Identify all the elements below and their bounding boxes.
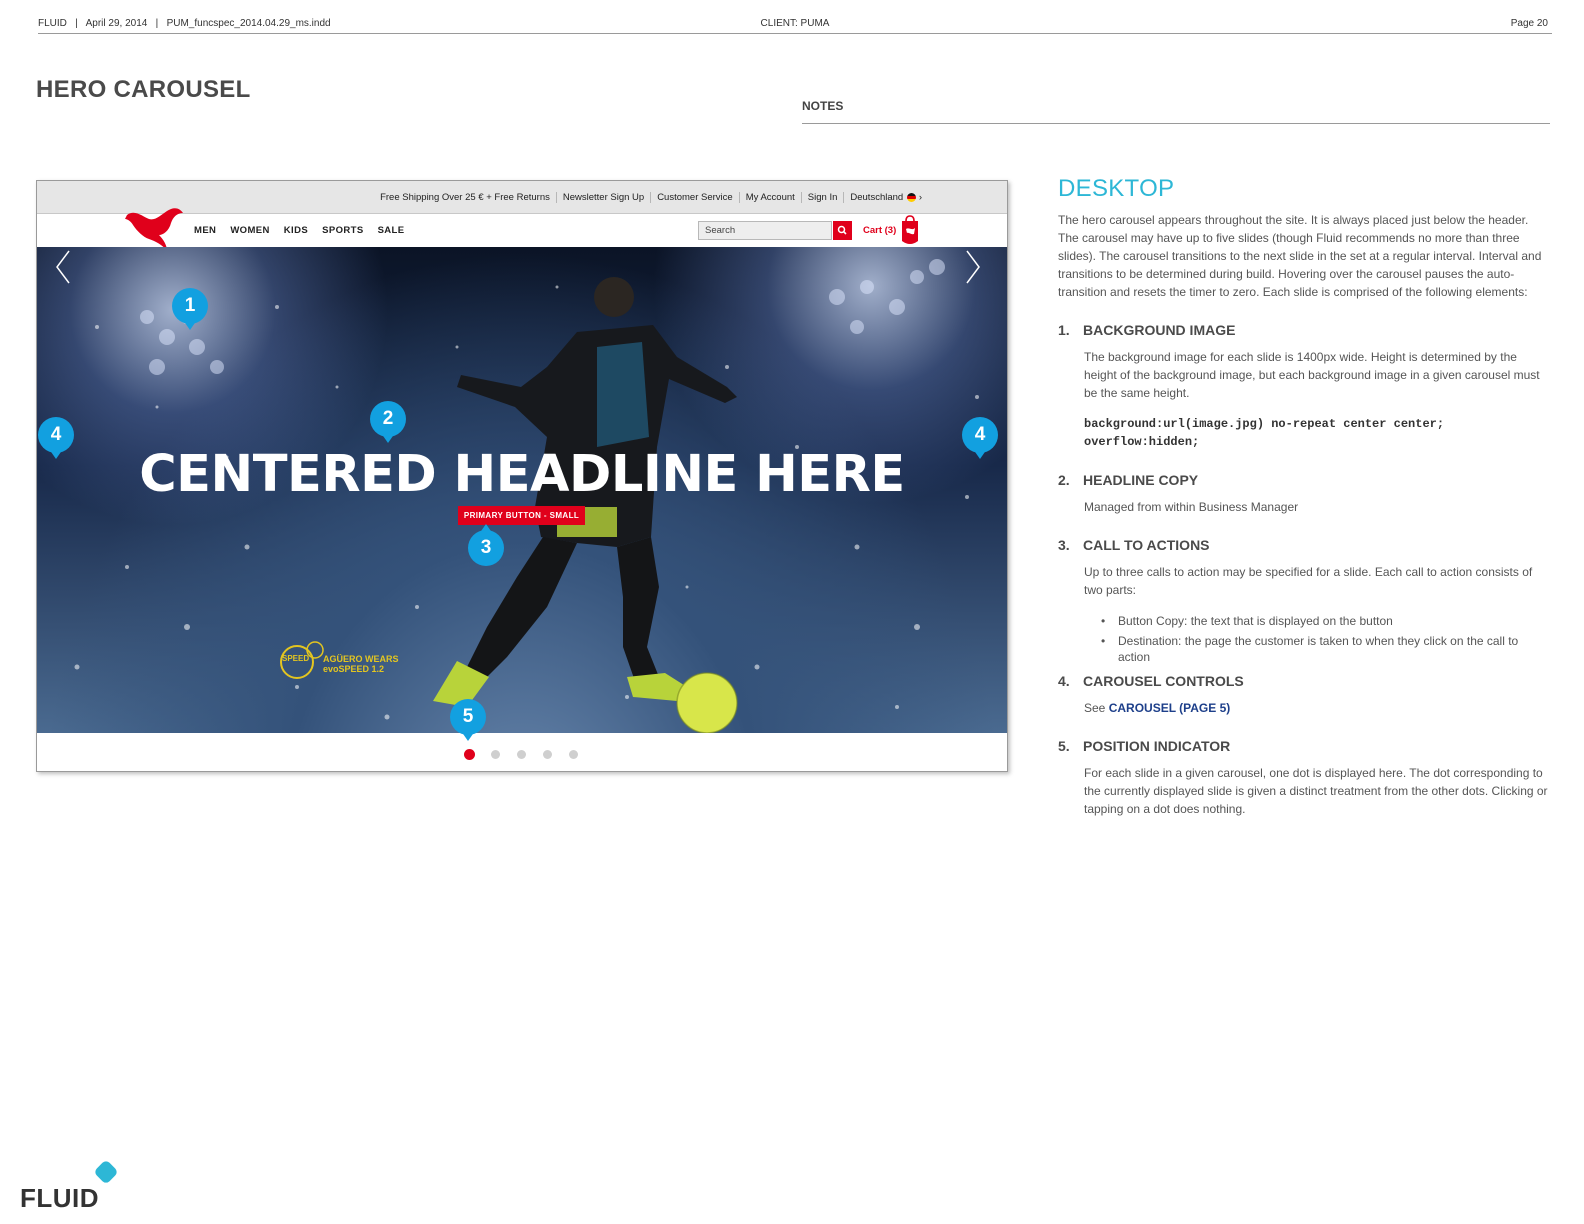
item-body-text: For each slide in a given carousel, one …: [1084, 766, 1548, 816]
see-prefix: See: [1084, 701, 1106, 715]
list-item: Button Copy: the text that is displayed …: [1092, 613, 1552, 629]
nav-item-kids[interactable]: KIDS: [284, 225, 308, 236]
promo-line-2: evoSPEED 1.2: [323, 664, 385, 674]
notes-label: NOTES: [802, 99, 844, 113]
hero-headline: CENTERED HEADLINE HERE: [139, 445, 905, 504]
item-number: 1.: [1058, 322, 1070, 338]
item-body-text: Up to three calls to action may be speci…: [1084, 565, 1533, 597]
item-title: CAROUSEL CONTROLS: [1083, 673, 1244, 689]
carousel-page-link[interactable]: CAROUSEL (PAGE 5): [1109, 701, 1231, 715]
note-item-call-to-actions: 3. CALL TO ACTIONS Up to three calls to a…: [1058, 535, 1552, 665]
callout-marker-3: 3: [467, 523, 505, 567]
search-button[interactable]: [833, 221, 852, 240]
chevron-right-icon: ›: [918, 192, 922, 204]
german-flag-icon: [907, 193, 917, 202]
carousel-mockup: Free Shipping Over 25 € + Free Returns Ne…: [36, 180, 1008, 772]
bullet-list: Button Copy: the text that is displayed …: [1092, 613, 1552, 665]
item-body-text: Managed from within Business Manager: [1084, 500, 1299, 514]
prev-arrow-icon[interactable]: [53, 247, 73, 287]
callout-marker-4-right: 4: [961, 416, 999, 460]
item-number: 3.: [1058, 537, 1070, 553]
search-icon: [837, 225, 847, 235]
utility-link-country[interactable]: Deutschland: [850, 192, 903, 203]
note-item-carousel-controls: 4. CAROUSEL CONTROLS See CAROUSEL (PAGE 5…: [1058, 671, 1552, 717]
nav-item-sale[interactable]: SALE: [378, 225, 405, 236]
main-nav-bar: MEN WOMEN KIDS SPORTS SALE Search Cart (3): [37, 208, 1007, 251]
nav-item-men[interactable]: MEN: [194, 225, 216, 236]
notes-divider: [802, 123, 1550, 124]
puma-logo-icon[interactable]: [123, 205, 185, 251]
intro-paragraph: The hero carousel appears throughout the…: [1058, 213, 1542, 299]
notes-column: DESKTOP The hero carousel appears throug…: [1058, 176, 1552, 818]
promo-line-1: AGÜERO WEARS: [323, 654, 399, 664]
utility-link-newsletter[interactable]: Newsletter Sign Up: [563, 192, 644, 203]
position-dot: [543, 750, 552, 759]
list-item: Destination: the page the customer is ta…: [1092, 633, 1552, 665]
utility-links: Free Shipping Over 25 € + Free Returns Ne…: [380, 192, 922, 203]
item-title: BACKGROUND IMAGE: [1083, 322, 1236, 338]
fluid-wordmark: FLUID: [20, 1183, 100, 1213]
item-title: HEADLINE COPY: [1083, 472, 1199, 488]
note-item-headline-copy: 2. HEADLINE COPY Managed from within Busi…: [1058, 470, 1552, 516]
promo-badge: SPEED AGÜERO WEARS evoSPEED 1.2: [280, 641, 399, 679]
css-code-snippet: background:url(image.jpg) no-repeat cent…: [1084, 415, 1552, 451]
code-line: background:url(image.jpg) no-repeat cent…: [1084, 417, 1445, 431]
next-arrow-icon[interactable]: [963, 247, 983, 287]
note-item-position-indicator: 5. POSITION INDICATOR For each slide in a…: [1058, 736, 1552, 818]
utility-link-shipping[interactable]: Free Shipping Over 25 € + Free Returns: [380, 192, 550, 203]
item-body-text: The background image for each slide is 1…: [1084, 350, 1540, 400]
callout-marker-1: 1: [171, 287, 209, 331]
utility-link-my-account[interactable]: My Account: [746, 192, 795, 203]
search-input[interactable]: Search: [698, 221, 832, 240]
item-number: 2.: [1058, 472, 1070, 488]
promo-badge-text: SPEED: [282, 654, 310, 663]
section-heading-desktop: DESKTOP: [1058, 175, 1175, 202]
note-item-background-image: 1. BACKGROUND IMAGE The background image …: [1058, 320, 1552, 451]
category-nav: MEN WOMEN KIDS SPORTS SALE: [194, 225, 419, 236]
item-number: 5.: [1058, 738, 1070, 754]
running-header: FLUID | April 29, 2014 | PUM_funcspec_20…: [38, 18, 1552, 34]
shopping-bag-icon[interactable]: [899, 215, 921, 245]
page-title: HERO CAROUSEL: [36, 76, 251, 103]
header-client: CLIENT: PUMA: [760, 18, 830, 29]
utility-link-sign-in[interactable]: Sign In: [808, 192, 838, 203]
position-dot: [569, 750, 578, 759]
position-indicator: [37, 733, 1007, 771]
nav-item-sports[interactable]: SPORTS: [322, 225, 363, 236]
callout-marker-2: 2: [369, 400, 407, 444]
nav-item-women[interactable]: WOMEN: [230, 225, 269, 236]
position-dot: [517, 750, 526, 759]
header-page-number: Page 20: [1510, 18, 1548, 29]
code-line: overflow:hidden;: [1084, 435, 1200, 449]
callout-marker-5: 5: [449, 698, 487, 742]
utility-link-customer-service[interactable]: Customer Service: [657, 192, 733, 203]
position-dot: [464, 749, 475, 760]
item-title: POSITION INDICATOR: [1083, 738, 1231, 754]
item-number: 4.: [1058, 673, 1070, 689]
callout-marker-4-left: 4: [37, 416, 75, 460]
position-dot: [491, 750, 500, 759]
item-title: CALL TO ACTIONS: [1083, 537, 1210, 553]
cart-link[interactable]: Cart (3): [863, 225, 896, 236]
